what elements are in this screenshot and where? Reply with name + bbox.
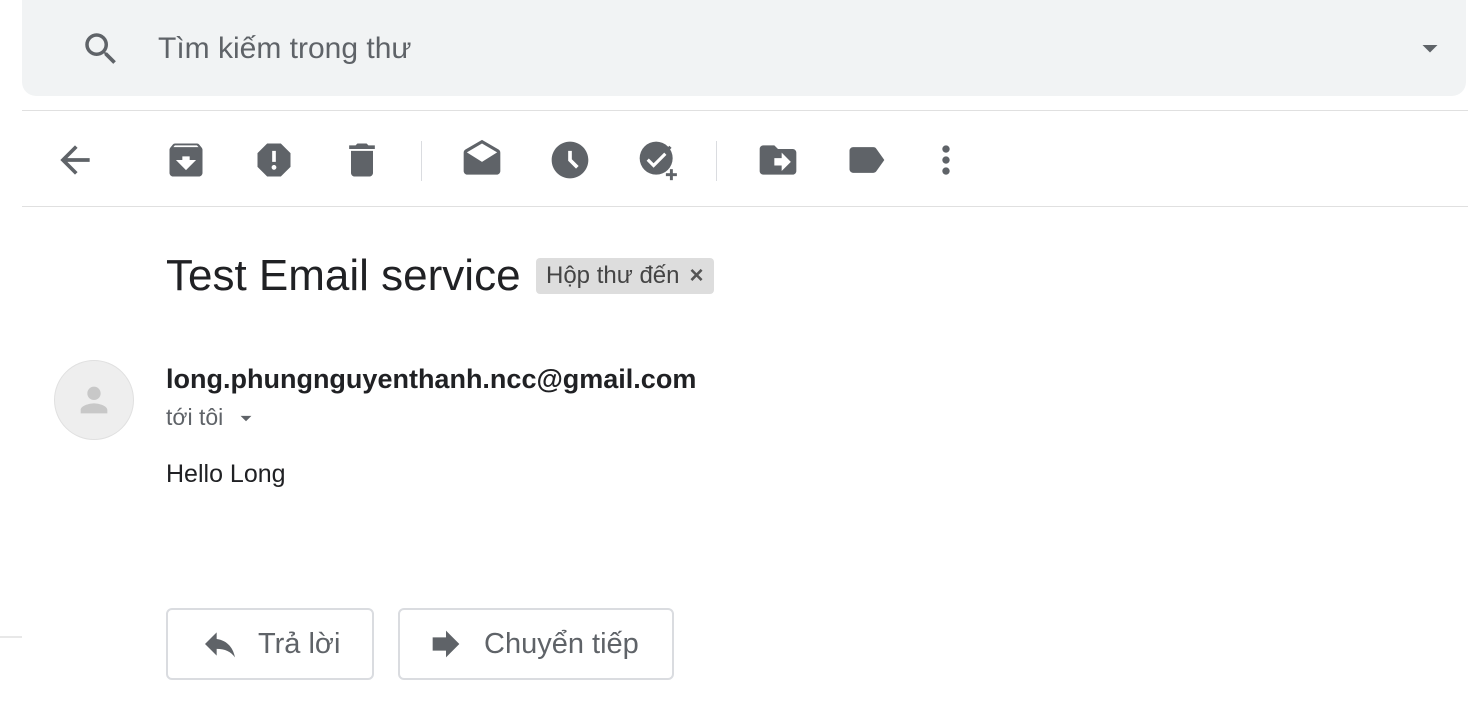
report-spam-icon — [257, 143, 291, 177]
mark-unread-button[interactable] — [456, 134, 508, 186]
mark-unread-icon — [463, 139, 501, 175]
person-icon — [80, 386, 108, 414]
forward-button[interactable]: Chuyển tiếp — [398, 608, 674, 680]
toolbar-separator — [421, 141, 422, 181]
move-to-button[interactable] — [752, 134, 804, 186]
more-button[interactable] — [920, 134, 972, 186]
back-button[interactable] — [49, 134, 101, 186]
divider — [22, 206, 1468, 207]
forward-icon — [432, 630, 460, 658]
arrow-drop-down-icon[interactable] — [1412, 30, 1448, 66]
recipient-label: tới tôi — [166, 404, 224, 430]
forward-label: Chuyển tiếp — [484, 627, 639, 660]
search-icon[interactable] — [80, 28, 122, 70]
more-vert-icon — [942, 145, 950, 175]
snooze-icon — [551, 141, 589, 179]
divider — [22, 110, 1468, 111]
label-button[interactable] — [840, 134, 892, 186]
report-spam-button[interactable] — [248, 134, 300, 186]
move-to-icon — [759, 145, 797, 175]
avatar[interactable] — [54, 360, 134, 440]
sender-email[interactable]: long.phungnguyenthanh.ncc@gmail.com — [166, 364, 696, 395]
label-icon — [849, 147, 885, 173]
add-to-tasks-button[interactable] — [632, 134, 684, 186]
delete-button[interactable] — [336, 134, 388, 186]
inbox-label-chip[interactable]: Hộp thư đến × — [536, 258, 714, 294]
archive-icon — [169, 143, 203, 177]
add-to-tasks-icon — [639, 141, 677, 181]
toolbar-separator — [716, 141, 717, 181]
reply-button[interactable]: Trả lời — [166, 608, 374, 680]
snooze-button[interactable] — [544, 134, 596, 186]
reply-label: Trả lời — [258, 627, 341, 660]
archive-button[interactable] — [160, 134, 212, 186]
reply-icon — [205, 632, 235, 658]
label-chip-text: Hộp thư đến — [546, 262, 680, 289]
remove-label-icon[interactable]: × — [690, 262, 704, 290]
recipient-line: tới tôi — [166, 404, 259, 431]
delete-icon — [349, 143, 375, 177]
email-body: Hello Long — [166, 460, 286, 488]
search-bar — [22, 0, 1466, 96]
back-arrow-icon — [60, 145, 90, 175]
edge-mark — [0, 636, 22, 638]
search-input[interactable] — [158, 28, 1378, 70]
arrow-drop-down-icon[interactable] — [233, 405, 259, 431]
email-subject: Test Email service — [166, 251, 521, 300]
